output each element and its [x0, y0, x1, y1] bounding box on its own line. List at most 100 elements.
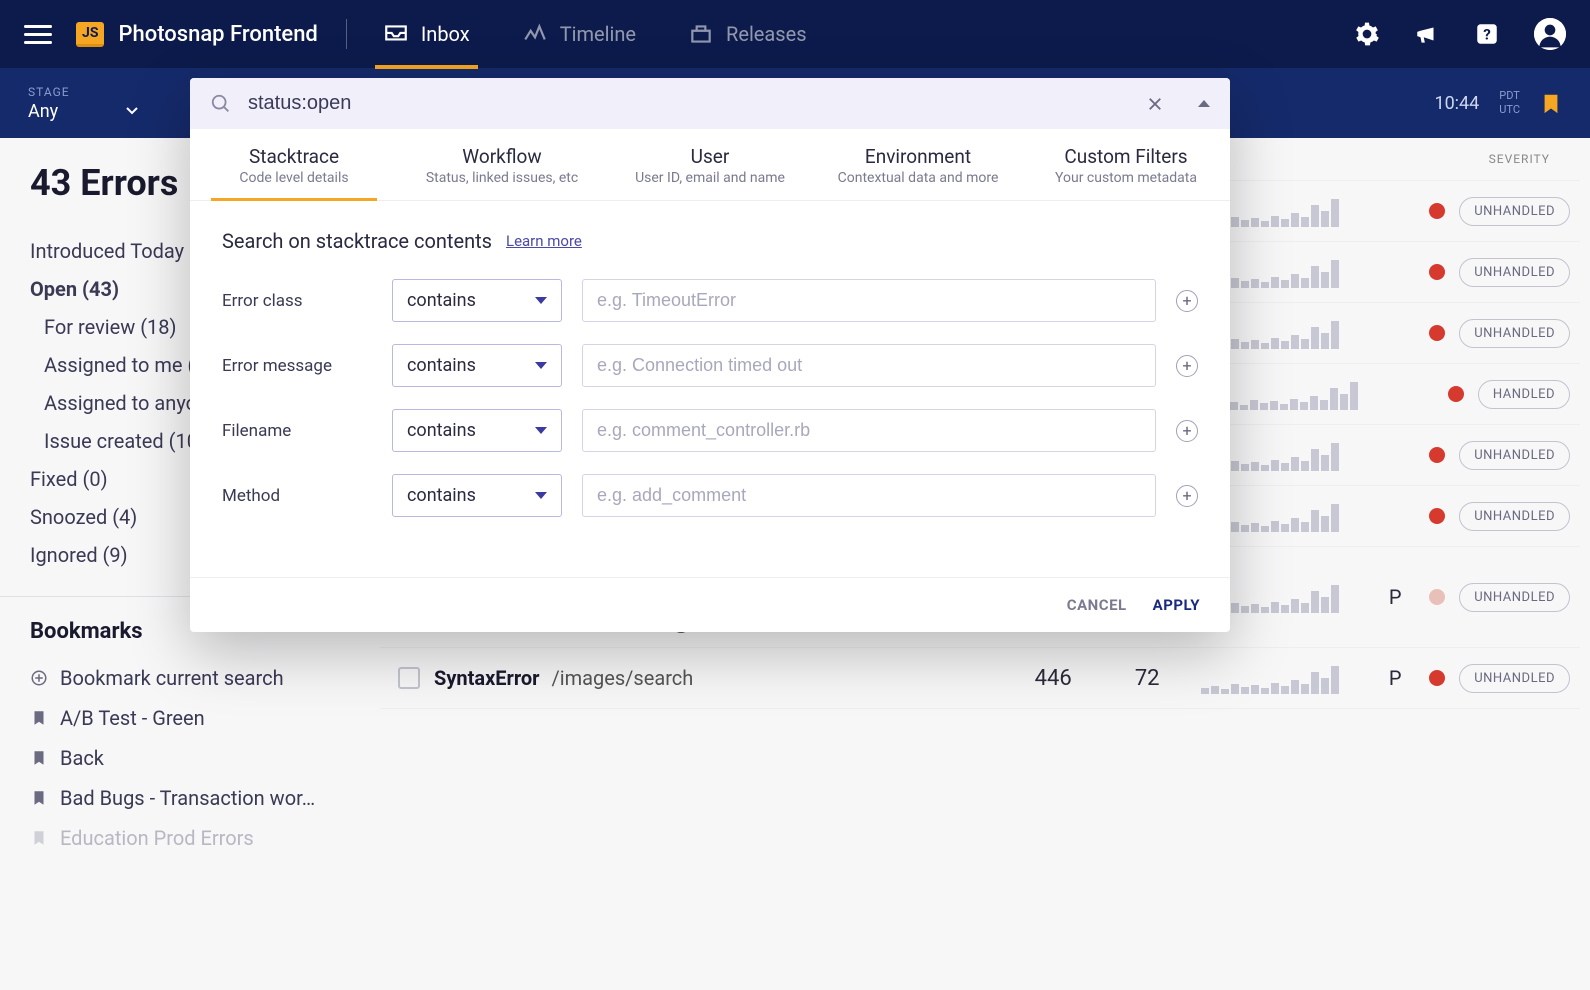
search-input[interactable] — [248, 92, 1130, 115]
severity-dot — [1429, 325, 1445, 341]
chevron-down-icon — [535, 362, 547, 369]
handled-badge: HANDLED — [1478, 380, 1570, 409]
nav-tab-timeline[interactable]: Timeline — [514, 1, 644, 67]
bookmark-item[interactable]: Back — [30, 738, 380, 778]
app-title: Photosnap Frontend — [118, 22, 317, 47]
filter-tab-title: Workflow — [408, 145, 596, 168]
search-bar — [190, 78, 1230, 129]
bookmark-label: Education Prod Errors — [60, 826, 254, 850]
row-main: SyntaxError/images/search — [434, 666, 999, 690]
megaphone-icon[interactable] — [1414, 21, 1440, 47]
chevron-down-icon — [126, 107, 138, 115]
nav-tab-label: Timeline — [560, 22, 636, 46]
row-checkbox[interactable] — [398, 667, 420, 689]
filter-label: Method — [222, 486, 372, 506]
filter-row: Filename contains + — [222, 409, 1198, 452]
stage-filter[interactable]: STAGE Any — [28, 85, 138, 122]
collapse-icon[interactable] — [1198, 100, 1210, 107]
add-filter-button[interactable]: + — [1176, 485, 1198, 507]
filter-operator-select[interactable]: contains — [392, 409, 562, 452]
bookmark-item[interactable]: Bad Bugs - Transaction wor… — [30, 778, 380, 818]
bookmark-current-search[interactable]: Bookmark current search — [30, 658, 380, 698]
handled-badge: UNHANDLED — [1459, 258, 1570, 287]
add-filter-button[interactable]: + — [1176, 290, 1198, 312]
filter-tab[interactable]: StacktraceCode level details — [190, 129, 398, 200]
severity-dot — [1429, 508, 1445, 524]
bookmark-icon — [30, 829, 48, 847]
filter-row: Error message contains + — [222, 344, 1198, 387]
bookmark-label: Bookmark current search — [60, 666, 284, 690]
handled-badge: UNHANDLED — [1459, 319, 1570, 348]
nav-tab-label: Inbox — [421, 22, 470, 46]
learn-more-link[interactable]: Learn more — [506, 232, 582, 250]
nav-tab-inbox[interactable]: Inbox — [375, 1, 478, 67]
menu-icon[interactable] — [24, 21, 52, 48]
filter-tab-title: User — [616, 145, 804, 168]
chevron-down-icon — [535, 427, 547, 434]
bookmark-icon — [30, 749, 48, 767]
filter-section-heading: Search on stacktrace contents — [222, 229, 492, 253]
filter-tab-title: Custom Filters — [1032, 145, 1220, 168]
row-stage: P — [1375, 585, 1415, 609]
cancel-button[interactable]: CANCEL — [1067, 596, 1127, 614]
severity-dot — [1429, 670, 1445, 686]
bookmark-icon — [30, 709, 48, 727]
add-filter-button[interactable]: + — [1176, 355, 1198, 377]
bookmark-icon[interactable] — [1540, 89, 1562, 117]
filter-tab-subtitle: Status, linked issues, etc — [408, 170, 596, 186]
filter-tab[interactable]: UserUser ID, email and name — [606, 129, 814, 200]
filter-value-input[interactable] — [582, 409, 1156, 452]
col-severity: SEVERITY — [1489, 152, 1550, 166]
timezone-display: PDT UTC — [1499, 89, 1520, 118]
clear-icon[interactable] — [1146, 95, 1164, 113]
gear-icon[interactable] — [1354, 21, 1380, 47]
filter-operator-select[interactable]: contains — [392, 344, 562, 387]
severity-dot — [1429, 264, 1445, 280]
error-row[interactable]: SyntaxError/images/search44672PUNHANDLED — [380, 648, 1580, 709]
filter-value-input[interactable] — [582, 344, 1156, 387]
handled-badge: UNHANDLED — [1459, 583, 1570, 612]
add-filter-button[interactable]: + — [1176, 420, 1198, 442]
filter-value-input[interactable] — [582, 279, 1156, 322]
sparkline — [1201, 662, 1361, 694]
filter-operator-select[interactable]: contains — [392, 279, 562, 322]
stage-value: Any — [28, 101, 58, 122]
search-icon — [210, 93, 232, 115]
plus-circle-icon — [30, 669, 48, 687]
handled-badge: UNHANDLED — [1459, 441, 1570, 470]
inbox-icon — [383, 21, 409, 47]
severity-dot — [1448, 386, 1464, 402]
bookmark-label: Bad Bugs - Transaction wor… — [60, 786, 315, 810]
bookmark-label: Back — [60, 746, 104, 770]
top-navbar: JS Photosnap Frontend Inbox Timeline Rel… — [0, 0, 1590, 68]
filter-tab[interactable]: Environment Contextual data and more — [814, 129, 1022, 200]
chevron-down-icon — [535, 492, 547, 499]
handled-badge: UNHANDLED — [1459, 502, 1570, 531]
nav-tab-releases[interactable]: Releases — [680, 1, 815, 67]
filter-value-input[interactable] — [582, 474, 1156, 517]
bookmark-item[interactable]: A/B Test - Green — [30, 698, 380, 738]
filter-row: Error class contains + — [222, 279, 1198, 322]
apply-button[interactable]: APPLY — [1153, 596, 1200, 614]
filter-tab-subtitle: Contextual data and more — [824, 170, 1012, 186]
filter-tab[interactable]: Custom FiltersYour custom metadata — [1022, 129, 1230, 200]
filter-tab-title: Environment — [824, 145, 1012, 168]
row-stage: P — [1375, 666, 1415, 690]
bookmark-icon — [30, 789, 48, 807]
user-avatar[interactable] — [1534, 18, 1566, 50]
help-icon[interactable]: ? — [1474, 21, 1500, 47]
bookmark-item[interactable]: Education Prod Errors — [30, 818, 380, 858]
nav-tab-label: Releases — [726, 22, 807, 46]
filter-label: Error class — [222, 291, 372, 311]
divider — [346, 19, 347, 49]
filter-tab[interactable]: Workflow Status, linked issues, etc — [398, 129, 606, 200]
handled-badge: UNHANDLED — [1459, 197, 1570, 226]
filter-label: Error message — [222, 356, 372, 376]
filter-label: Filename — [222, 421, 372, 441]
row-users: 72 — [1107, 666, 1187, 691]
filter-operator-select[interactable]: contains — [392, 474, 562, 517]
stage-label: STAGE — [28, 85, 138, 99]
handled-badge: UNHANDLED — [1459, 664, 1570, 693]
severity-dot — [1429, 447, 1445, 463]
severity-dot — [1429, 589, 1445, 605]
